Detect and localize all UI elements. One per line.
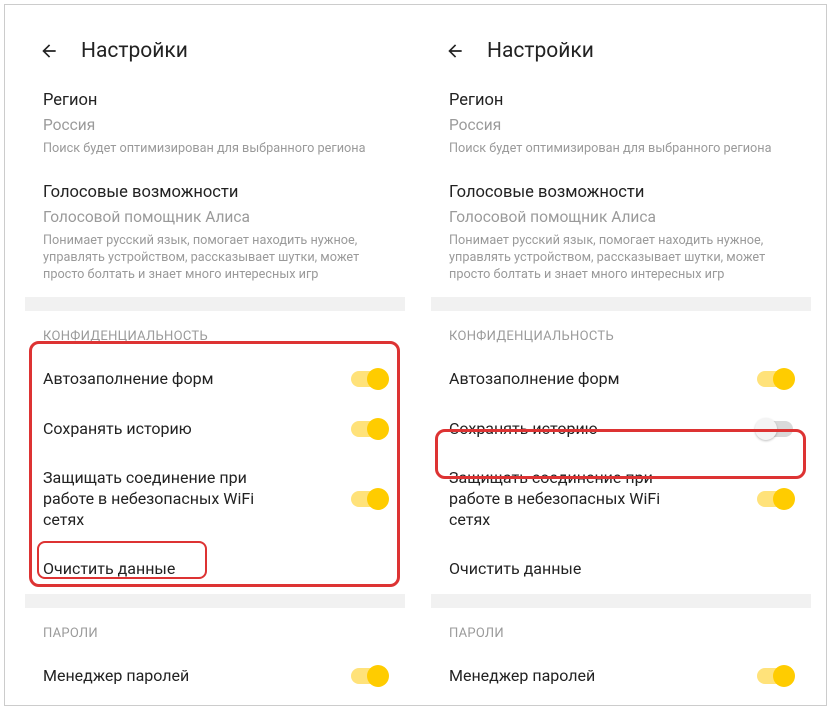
voice-value: Голосовой помощник Алиса	[43, 208, 387, 226]
privacy-section: КОНФИДЕНЦИАЛЬНОСТЬ Автозаполнение форм С…	[25, 311, 405, 594]
clear-data-label: Очистить данные	[43, 559, 225, 580]
passwords-header: ПАРОЛИ	[25, 608, 405, 651]
passwords-section: ПАРОЛИ Менеджер паролей Список паролей	[431, 608, 811, 687]
protect-wifi-toggle[interactable]	[351, 491, 387, 507]
clear-data-row[interactable]: Очистить данные	[25, 544, 405, 594]
back-arrow-icon[interactable]	[445, 41, 465, 61]
save-history-label: Сохранять историю	[449, 419, 648, 440]
region-item[interactable]: Регион Россия Поиск будет оптимизирован …	[431, 79, 811, 171]
clear-data-row[interactable]: Очистить данные	[431, 544, 811, 594]
save-history-toggle[interactable]	[757, 421, 793, 437]
protect-wifi-label: Защищать соединение при работе в небезоп…	[449, 468, 729, 530]
clear-data-label: Очистить данные	[449, 559, 631, 580]
protect-wifi-row[interactable]: Защищать соединение при работе в небезоп…	[431, 454, 811, 544]
autofill-toggle[interactable]	[757, 371, 793, 387]
autofill-label: Автозаполнение форм	[43, 369, 264, 390]
page-title: Настройки	[487, 39, 594, 63]
pw-manager-label: Менеджер паролей	[43, 666, 239, 687]
titlebar: Настройки	[431, 23, 811, 79]
protect-wifi-toggle[interactable]	[757, 491, 793, 507]
protect-wifi-row[interactable]: Защищать соединение при работе в небезоп…	[25, 454, 405, 544]
passwords-header: ПАРОЛИ	[431, 608, 811, 651]
region-desc: Поиск будет оптимизирован для выбранного…	[43, 140, 387, 161]
voice-item[interactable]: Голосовые возможности Голосовой помощник…	[431, 171, 811, 297]
voice-label: Голосовые возможности	[43, 181, 387, 206]
save-history-row[interactable]: Сохранять историю	[25, 404, 405, 454]
region-label: Регион	[449, 89, 793, 114]
region-value: Россия	[43, 116, 387, 134]
region-value: Россия	[449, 116, 793, 134]
pw-manager-toggle[interactable]	[757, 668, 793, 684]
voice-desc: Понимает русский язык, помогает находить…	[43, 232, 387, 287]
voice-label: Голосовые возможности	[449, 181, 793, 206]
pw-manager-toggle[interactable]	[351, 668, 387, 684]
autofill-row[interactable]: Автозаполнение форм	[431, 354, 811, 404]
pw-manager-label: Менеджер паролей	[449, 666, 645, 687]
pw-manager-row[interactable]: Менеджер паролей	[431, 651, 811, 687]
pw-manager-row[interactable]: Менеджер паролей	[25, 651, 405, 687]
page-title: Настройки	[81, 39, 188, 63]
autofill-label: Автозаполнение форм	[449, 369, 670, 390]
privacy-header: КОНФИДЕНЦИАЛЬНОСТЬ	[431, 311, 811, 354]
settings-screen-right: Настройки Регион Россия Поиск будет опти…	[431, 23, 811, 687]
region-label: Регион	[43, 89, 387, 114]
save-history-row[interactable]: Сохранять историю	[431, 404, 811, 454]
privacy-section: КОНФИДЕНЦИАЛЬНОСТЬ Автозаполнение форм С…	[431, 311, 811, 594]
voice-value: Голосовой помощник Алиса	[449, 208, 793, 226]
save-history-toggle[interactable]	[351, 421, 387, 437]
region-item[interactable]: Регион Россия Поиск будет оптимизирован …	[25, 79, 405, 171]
save-history-label: Сохранять историю	[43, 419, 242, 440]
settings-screen-left: Настройки Регион Россия Поиск будет опти…	[25, 23, 405, 687]
voice-desc: Понимает русский язык, помогает находить…	[449, 232, 793, 287]
voice-item[interactable]: Голосовые возможности Голосовой помощник…	[25, 171, 405, 297]
autofill-toggle[interactable]	[351, 371, 387, 387]
passwords-section: ПАРОЛИ Менеджер паролей Список паролей	[25, 608, 405, 687]
autofill-row[interactable]: Автозаполнение форм	[25, 354, 405, 404]
back-arrow-icon[interactable]	[39, 41, 59, 61]
titlebar: Настройки	[25, 23, 405, 79]
region-desc: Поиск будет оптимизирован для выбранного…	[449, 140, 793, 161]
privacy-header: КОНФИДЕНЦИАЛЬНОСТЬ	[25, 311, 405, 354]
protect-wifi-label: Защищать соединение при работе в небезоп…	[43, 468, 323, 530]
